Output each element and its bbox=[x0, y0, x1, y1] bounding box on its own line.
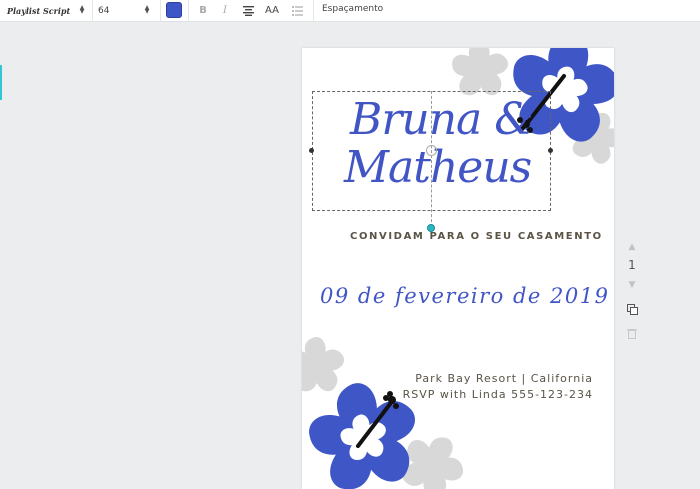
list-icon bbox=[291, 5, 303, 16]
venue-details[interactable]: Park Bay Resort | California RSVP with L… bbox=[403, 371, 593, 403]
resize-handle-left[interactable] bbox=[309, 148, 314, 153]
duplicate-page-button[interactable] bbox=[624, 304, 640, 318]
chevron-down-icon: ▼ bbox=[628, 280, 636, 290]
delete-page-button[interactable] bbox=[624, 328, 640, 342]
font-size-value: 64 bbox=[98, 5, 110, 16]
page-up-button[interactable]: ▲ bbox=[624, 242, 640, 252]
resize-handle-right[interactable] bbox=[548, 148, 553, 153]
updown-arrows-icon: ▲ ▼ bbox=[144, 4, 150, 15]
font-size-stepper[interactable]: 64 ▲ ▼ bbox=[98, 3, 154, 18]
center-marker-icon bbox=[426, 145, 437, 156]
bold-icon: B bbox=[199, 5, 207, 16]
toolbar-divider bbox=[92, 0, 93, 22]
updown-arrows-icon: ▲ ▼ bbox=[79, 4, 85, 15]
font-family-select[interactable]: Playlist Script ▲ ▼ bbox=[7, 3, 92, 18]
list-button[interactable] bbox=[290, 2, 304, 19]
toolbar-divider bbox=[160, 0, 161, 22]
text-case-button[interactable]: AA bbox=[263, 2, 281, 19]
font-family-value: Playlist Script bbox=[7, 5, 71, 16]
text-case-label: AA bbox=[265, 5, 279, 16]
wedding-date[interactable]: 09 de fevereiro de 2019 bbox=[320, 284, 609, 308]
rsvp-line: RSVP with Linda 555-123-234 bbox=[402, 388, 593, 401]
grey-hibiscus-bottom-left-icon bbox=[302, 336, 347, 397]
spacing-button[interactable]: Espaçamento bbox=[322, 4, 383, 14]
toolbar-divider bbox=[188, 0, 189, 22]
toolbar-divider bbox=[313, 0, 314, 22]
bold-button[interactable]: B bbox=[196, 2, 210, 19]
center-guide-line bbox=[431, 91, 432, 227]
italic-button[interactable]: I bbox=[218, 2, 232, 19]
invitation-page[interactable]: Bruna & Matheus CONVIDAM PARA O SEU CASA… bbox=[302, 48, 614, 489]
left-panel-edge bbox=[0, 65, 2, 100]
page-down-button[interactable]: ▼ bbox=[624, 280, 640, 290]
text-toolbar: Playlist Script ▲ ▼ 64 ▲ ▼ B I AA Espaçame… bbox=[0, 0, 700, 22]
trash-icon bbox=[627, 329, 637, 339]
italic-icon: I bbox=[223, 5, 227, 16]
page-number: 1 bbox=[628, 258, 636, 272]
venue-line: Park Bay Resort | California bbox=[415, 372, 593, 385]
chevron-up-icon: ▲ bbox=[628, 242, 636, 252]
text-color-swatch[interactable] bbox=[166, 2, 182, 18]
invite-subtitle[interactable]: CONVIDAM PARA O SEU CASAMENTO bbox=[350, 231, 603, 242]
copy-icon bbox=[626, 304, 638, 315]
align-center-icon bbox=[242, 5, 254, 16]
align-button[interactable] bbox=[241, 2, 255, 19]
